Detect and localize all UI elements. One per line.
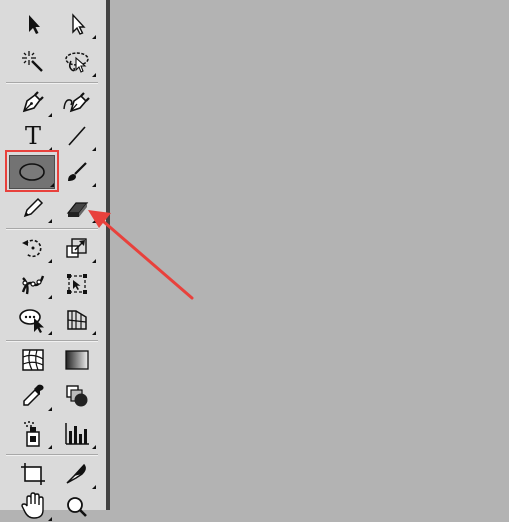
zoom-tool[interactable] — [58, 490, 96, 522]
puppet-warp-icon — [19, 270, 47, 298]
blend-icon — [64, 383, 90, 409]
tool-flyout-indicator — [48, 407, 52, 411]
tool-flyout-indicator — [92, 259, 96, 263]
direct-selection-icon — [67, 13, 87, 35]
line-segment-icon — [65, 124, 89, 148]
pencil-icon — [21, 196, 45, 220]
scale-tool[interactable] — [58, 232, 96, 264]
tools-panel: T — [0, 0, 106, 521]
rotate-tool[interactable] — [14, 232, 52, 264]
slice-icon — [64, 461, 90, 487]
tool-flyout-indicator — [92, 183, 96, 187]
tool-flyout-indicator — [92, 331, 96, 335]
symbol-sprayer-icon — [20, 420, 46, 448]
column-graph-icon — [63, 421, 91, 447]
free-transform-icon — [64, 271, 90, 297]
tool-flyout-indicator — [48, 445, 52, 449]
tool-flyout-indicator — [92, 445, 96, 449]
line-segment-tool[interactable] — [58, 120, 96, 152]
free-transform-tool[interactable] — [58, 268, 96, 300]
curvature-tool[interactable] — [58, 86, 96, 118]
hand-icon — [20, 492, 46, 520]
eyedropper-icon — [20, 383, 46, 409]
zoom-icon — [64, 492, 90, 520]
artboard-icon — [19, 461, 47, 487]
paintbrush-icon — [64, 159, 90, 185]
curvature-pen-icon — [62, 89, 92, 115]
scale-icon — [64, 235, 90, 261]
perspective-grid-icon — [64, 307, 90, 333]
document-canvas[interactable] — [110, 0, 509, 510]
perspective-grid-tool[interactable] — [58, 304, 96, 336]
tool-flyout-indicator — [92, 35, 96, 39]
shape-builder-icon — [18, 306, 48, 334]
mesh-icon — [20, 347, 46, 373]
tool-flyout-indicator — [48, 113, 52, 117]
direct-selection-tool[interactable] — [58, 8, 96, 40]
blend-tool[interactable] — [58, 380, 96, 412]
ellipse-tool-highlight — [5, 150, 59, 192]
toolbar-divider — [6, 228, 98, 230]
pencil-tool[interactable] — [14, 192, 52, 224]
rotate-icon — [20, 235, 46, 261]
eyedropper-tool[interactable] — [14, 380, 52, 412]
tool-flyout-indicator — [92, 219, 96, 223]
lasso-tool[interactable] — [58, 46, 96, 78]
slice-tool[interactable] — [58, 458, 96, 490]
toolbar-divider — [6, 454, 98, 456]
toolbar-divider — [6, 340, 98, 342]
gradient-icon — [64, 349, 90, 371]
gradient-tool[interactable] — [58, 344, 96, 376]
pen-tool[interactable] — [14, 86, 52, 118]
tool-flyout-indicator — [48, 295, 52, 299]
magic-wand-tool[interactable] — [14, 46, 52, 78]
type-tool[interactable]: T — [14, 120, 52, 152]
tool-flyout-indicator — [92, 485, 96, 489]
tool-flyout-indicator — [48, 219, 52, 223]
tool-flyout-indicator — [92, 147, 96, 151]
symbol-sprayer-tool[interactable] — [14, 418, 52, 450]
artboard-tool[interactable] — [14, 458, 52, 490]
paintbrush-tool[interactable] — [58, 156, 96, 188]
tool-flyout-indicator — [92, 73, 96, 77]
tool-flyout-indicator — [48, 259, 52, 263]
eraser-tool[interactable] — [58, 192, 96, 224]
puppet-warp-tool[interactable] — [14, 268, 52, 300]
tool-flyout-indicator — [48, 331, 52, 335]
eraser-icon — [64, 197, 90, 219]
pen-icon — [20, 89, 46, 115]
selection-arrow-icon — [23, 13, 43, 35]
lasso-icon — [63, 50, 91, 74]
mesh-tool[interactable] — [14, 344, 52, 376]
tool-flyout-indicator — [48, 517, 52, 521]
column-graph-tool[interactable] — [58, 418, 96, 450]
selection-tool[interactable] — [14, 8, 52, 40]
shape-builder-tool[interactable] — [14, 304, 52, 336]
type-icon: T — [24, 122, 41, 150]
hand-tool[interactable] — [14, 490, 52, 522]
magic-wand-icon — [21, 50, 45, 74]
toolbar-divider — [6, 82, 98, 84]
